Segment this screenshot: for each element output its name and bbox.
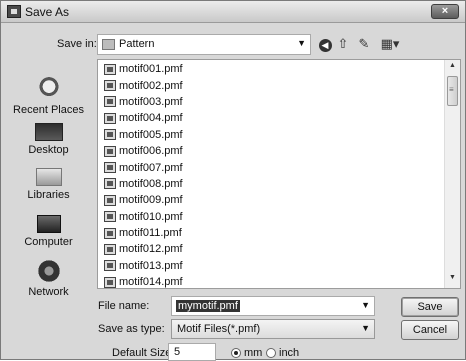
- save-in-label: Save in:: [57, 38, 97, 50]
- network-icon: [35, 259, 62, 283]
- place-libraries[interactable]: Libraries: [7, 164, 90, 201]
- file-name: motif003.pmf: [119, 95, 183, 108]
- file-name: motif010.pmf: [119, 210, 183, 223]
- place-computer[interactable]: Computer: [7, 211, 90, 248]
- unit-mm-radio[interactable]: [231, 348, 241, 358]
- file-name: motif005.pmf: [119, 128, 183, 141]
- scroll-up-arrow-icon[interactable]: ▲: [445, 62, 460, 74]
- file-item[interactable]: motif013.pmf: [104, 258, 183, 274]
- file-item[interactable]: motif006.pmf: [104, 143, 183, 159]
- file-item[interactable]: motif012.pmf: [104, 241, 183, 257]
- default-size-value: 5: [174, 346, 181, 358]
- file-name: motif012.pmf: [119, 243, 183, 256]
- new-folder-icon[interactable]: ✎: [355, 35, 373, 53]
- file-name: motif014.pmf: [119, 276, 183, 289]
- file-icon: [104, 112, 116, 124]
- file-item[interactable]: motif005.pmf: [104, 127, 183, 143]
- file-name-label: File name:: [98, 300, 150, 312]
- file-name: motif007.pmf: [119, 161, 183, 174]
- place-desktop[interactable]: Desktop: [7, 119, 90, 156]
- file-name: motif001.pmf: [119, 63, 183, 76]
- file-icon: [104, 96, 116, 108]
- save-as-type-value: Motif Files(*.pmf): [177, 323, 261, 335]
- chevron-down-icon[interactable]: ▼: [361, 300, 370, 310]
- scroll-down-arrow-icon[interactable]: ▼: [445, 274, 460, 286]
- back-icon[interactable]: ◀: [317, 35, 333, 53]
- place-label: Desktop: [28, 144, 69, 156]
- place-label: Libraries: [27, 189, 70, 201]
- file-item[interactable]: motif009.pmf: [104, 192, 183, 208]
- folder-icon: [102, 39, 115, 50]
- file-item[interactable]: motif010.pmf: [104, 209, 183, 225]
- default-size-input[interactable]: 5: [168, 343, 216, 361]
- scroll-thumb[interactable]: [447, 76, 458, 106]
- file-item[interactable]: motif007.pmf: [104, 159, 183, 175]
- place-label: Recent Places: [13, 104, 84, 116]
- file-icon: [104, 276, 116, 288]
- file-item[interactable]: motif001.pmf: [104, 61, 183, 77]
- chevron-down-icon: ▼: [297, 38, 306, 48]
- file-items: motif001.pmf motif002.pmf motif003.pmf m…: [104, 61, 183, 290]
- place-label: Computer: [24, 236, 73, 248]
- file-name: motif011.pmf: [119, 227, 182, 240]
- file-icon: [104, 162, 116, 174]
- save-as-type-label: Save as type:: [98, 323, 165, 335]
- file-name: motif006.pmf: [119, 145, 183, 158]
- file-icon: [104, 227, 116, 239]
- place-network[interactable]: Network: [7, 259, 90, 298]
- file-name: motif013.pmf: [119, 259, 183, 272]
- file-name: motif009.pmf: [119, 194, 183, 207]
- file-item[interactable]: motif004.pmf: [104, 110, 183, 126]
- unit-inch-radio[interactable]: [266, 348, 276, 358]
- unit-mm-label[interactable]: mm: [244, 347, 262, 359]
- file-item[interactable]: motif008.pmf: [104, 176, 183, 192]
- file-item[interactable]: motif011.pmf: [104, 225, 183, 241]
- file-item[interactable]: motif002.pmf: [104, 77, 183, 93]
- save-button[interactable]: Save: [401, 297, 459, 317]
- libraries-icon: [35, 168, 62, 186]
- recent-places-icon: [33, 77, 64, 101]
- file-name: motif008.pmf: [119, 177, 183, 190]
- file-item[interactable]: motif014.pmf: [104, 274, 183, 290]
- chevron-down-icon: ▼: [361, 323, 370, 333]
- file-icon: [104, 194, 116, 206]
- save-as-type-dropdown[interactable]: Motif Files(*.pmf) ▼: [171, 319, 375, 339]
- file-item[interactable]: motif003.pmf: [104, 94, 183, 110]
- desktop-icon: [34, 123, 63, 141]
- file-name: motif002.pmf: [119, 79, 183, 92]
- file-list[interactable]: motif001.pmf motif002.pmf motif003.pmf m…: [97, 59, 461, 289]
- title-bar[interactable]: Save As ×: [1, 1, 465, 23]
- place-label: Network: [28, 286, 69, 298]
- views-menu-icon[interactable]: ▦▾: [377, 35, 403, 53]
- save-in-value: Pattern: [119, 38, 155, 50]
- default-size-label: Default Size: [112, 347, 172, 359]
- file-icon: [104, 80, 116, 92]
- file-icon: [104, 211, 116, 223]
- file-icon: [104, 129, 116, 141]
- computer-icon: [36, 215, 61, 233]
- up-folder-icon[interactable]: ⇧: [335, 35, 351, 53]
- places-bar: Recent Places Desktop Libraries Computer…: [7, 59, 90, 298]
- file-icon: [104, 178, 116, 190]
- file-icon: [104, 145, 116, 157]
- vertical-scrollbar[interactable]: ▲ ▼: [444, 60, 460, 288]
- file-name: motif004.pmf: [119, 112, 183, 125]
- file-icon: [104, 243, 116, 255]
- file-name-input[interactable]: mymotif.pmf ▼: [171, 296, 375, 316]
- file-name-value: mymotif.pmf: [176, 300, 240, 312]
- file-icon: [104, 260, 116, 272]
- window-title: Save As: [25, 5, 70, 19]
- place-recent-places[interactable]: Recent Places: [7, 77, 90, 116]
- save-in-dropdown[interactable]: Pattern ▼: [97, 34, 311, 55]
- app-icon: [7, 5, 21, 18]
- save-as-dialog: Save As × Save in: Pattern ▼ ◀ ⇧ ✎ ▦▾ Re…: [0, 0, 466, 361]
- cancel-button[interactable]: Cancel: [401, 320, 459, 340]
- unit-inch-label[interactable]: inch: [279, 347, 299, 359]
- file-icon: [104, 63, 116, 75]
- close-button[interactable]: ×: [431, 4, 459, 19]
